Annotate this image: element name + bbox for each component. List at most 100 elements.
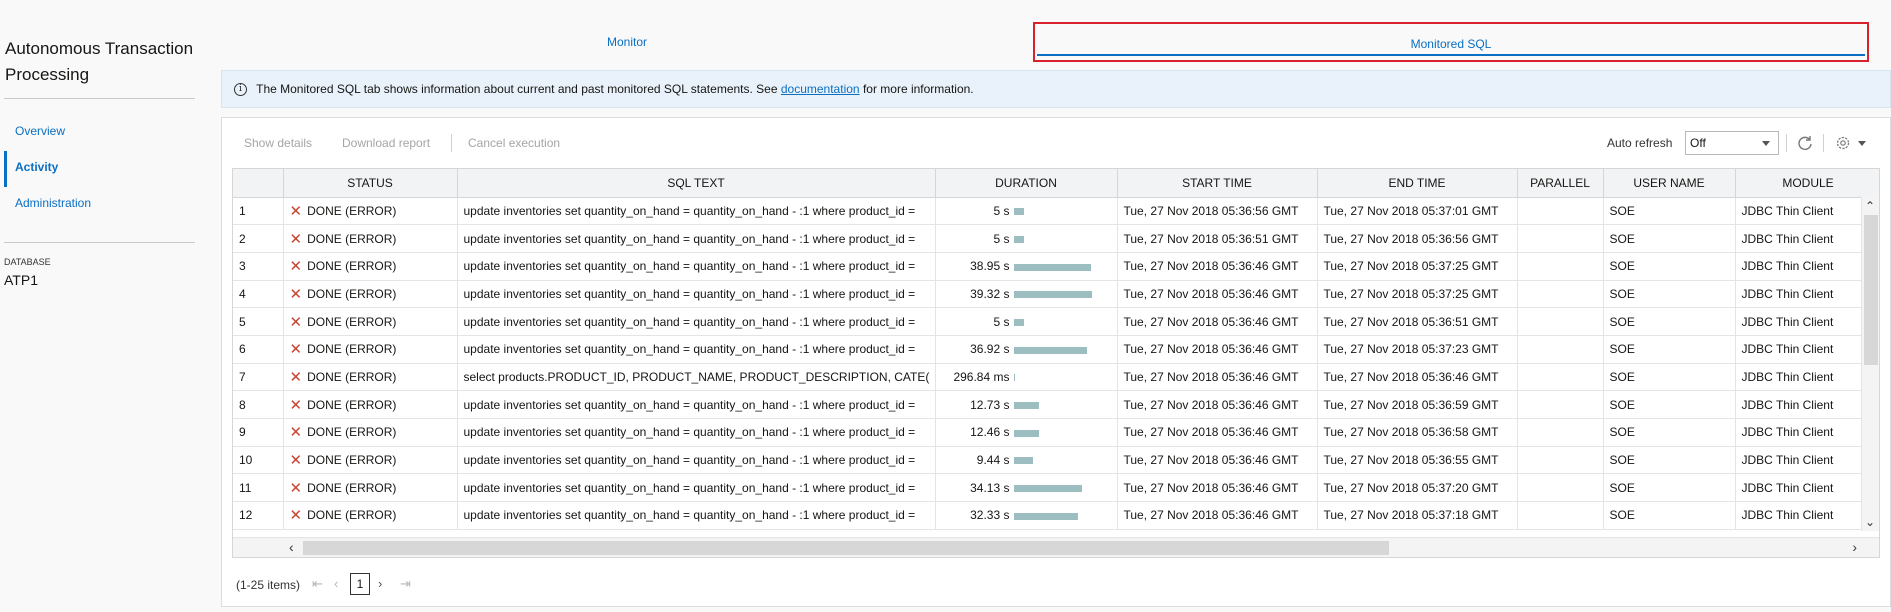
sidebar-item-activity[interactable]: Activity [4, 151, 195, 187]
scroll-down-icon[interactable]: ⌄ [1865, 515, 1875, 529]
duration-bar [1013, 318, 1024, 326]
table-row[interactable]: 12 ✕ DONE (ERROR) update inventories set qu… [233, 501, 1879, 530]
horizontal-scroll-thumb[interactable] [303, 541, 1389, 555]
current-page-button[interactable]: 1 [350, 573, 370, 595]
table-row[interactable]: 5 ✕ DONE (ERROR) update inventories set qua… [233, 307, 1879, 336]
start-time-cell: Tue, 27 Nov 2018 05:36:46 GMT [1117, 280, 1318, 309]
start-time-cell: Tue, 27 Nov 2018 05:36:56 GMT [1117, 197, 1318, 226]
duration-cell: 12.46 s [935, 418, 1118, 447]
end-time-cell: Tue, 27 Nov 2018 05:37:18 GMT [1317, 501, 1518, 530]
documentation-link[interactable]: documentation [781, 82, 860, 96]
table-row[interactable]: 10 ✕ DONE (ERROR) update inventories set qu… [233, 446, 1879, 475]
end-time-cell: Tue, 27 Nov 2018 05:37:25 GMT [1317, 252, 1518, 281]
scroll-right-icon[interactable]: › [1852, 539, 1857, 555]
table-row[interactable]: 11 ✕ DONE (ERROR) update inventories set qu… [233, 473, 1879, 503]
scroll-left-icon[interactable]: ‹ [289, 539, 294, 555]
divider [4, 98, 195, 99]
duration-bar [1013, 208, 1024, 216]
previous-page-icon[interactable]: ‹ [334, 576, 338, 591]
status-text: DONE (ERROR) [307, 508, 397, 523]
duration-text: 5 s [993, 231, 1010, 246]
start-time-cell: Tue, 27 Nov 2018 05:36:46 GMT [1117, 307, 1318, 336]
duration-bar [1013, 457, 1033, 465]
user-name-cell: SOE [1603, 446, 1736, 475]
sql-text-cell: update inventories set quantity_on_hand … [457, 252, 936, 281]
sql-text-cell: update inventories set quantity_on_hand … [457, 390, 936, 419]
module-cell: JDBC Thin Client [1735, 473, 1879, 503]
sidebar-item-administration[interactable]: Administration [4, 187, 195, 223]
module-cell: JDBC Thin Client [1735, 501, 1879, 530]
error-x-icon: ✕ [289, 368, 303, 386]
refresh-icon[interactable] [1796, 134, 1814, 152]
module-cell: JDBC Thin Client [1735, 280, 1879, 309]
table-row[interactable]: 7 ✕ DONE (ERROR) select products.PRODUCT_ID… [233, 363, 1879, 392]
toolbar-separator [1786, 134, 1787, 152]
parallel-cell [1517, 280, 1604, 309]
vertical-scrollbar[interactable]: ⌃ ⌄ [1861, 197, 1879, 531]
table-row[interactable]: 3 ✕ DONE (ERROR) update inventories set qua… [233, 252, 1879, 281]
column-header-duration[interactable]: DURATION [935, 169, 1118, 198]
status-cell: ✕ DONE (ERROR) [283, 363, 458, 392]
database-label: DATABASE [4, 257, 51, 267]
tab-monitored-sql[interactable]: Monitored SQL [1033, 22, 1869, 62]
sql-text-cell: update inventories set quantity_on_hand … [457, 197, 936, 226]
parallel-cell [1517, 363, 1604, 392]
column-header-end-time[interactable]: END TIME [1317, 169, 1518, 198]
start-time-cell: Tue, 27 Nov 2018 05:36:46 GMT [1117, 501, 1318, 530]
end-time-cell: Tue, 27 Nov 2018 05:37:25 GMT [1317, 280, 1518, 309]
column-header-user-name[interactable]: USER NAME [1603, 169, 1736, 198]
table-row[interactable]: 6 ✕ DONE (ERROR) update inventories set qua… [233, 335, 1879, 364]
table-row[interactable]: 1 ✕ DONE (ERROR) update inventories set qua… [233, 197, 1879, 226]
show-details-button[interactable]: Show details [244, 128, 312, 158]
parallel-cell [1517, 307, 1604, 336]
parallel-cell [1517, 446, 1604, 475]
status-cell: ✕ DONE (ERROR) [283, 280, 458, 309]
error-x-icon: ✕ [289, 258, 303, 276]
sidebar-item-overview[interactable]: Overview [4, 115, 195, 151]
auto-refresh-select[interactable]: Off [1685, 131, 1779, 155]
user-name-cell: SOE [1603, 280, 1736, 309]
active-tab-underline [1037, 54, 1865, 56]
duration-bar [1013, 235, 1024, 243]
status-text: DONE (ERROR) [307, 397, 397, 412]
parallel-cell [1517, 197, 1604, 226]
column-header-start-time[interactable]: START TIME [1117, 169, 1318, 198]
status-cell: ✕ DONE (ERROR) [283, 252, 458, 281]
next-page-icon[interactable]: › [378, 576, 382, 591]
settings-dropdown-icon[interactable] [1858, 141, 1866, 146]
column-header-parallel[interactable]: PARALLEL [1517, 169, 1604, 198]
status-text: DONE (ERROR) [307, 314, 397, 329]
column-header-sql-text[interactable]: SQL TEXT [457, 169, 936, 198]
duration-cell: 34.13 s [935, 473, 1118, 503]
last-page-icon[interactable]: ⇥ [400, 576, 411, 592]
sql-text-cell: select products.PRODUCT_ID, PRODUCT_NAME… [457, 363, 936, 392]
duration-text: 32.33 s [970, 508, 1010, 523]
error-x-icon: ✕ [289, 507, 303, 525]
banner-text-after: for more information. [862, 82, 974, 96]
row-number: 4 [233, 280, 284, 309]
horizontal-scrollbar[interactable]: ‹ › [233, 537, 1879, 557]
download-report-button[interactable]: Download report [342, 128, 430, 158]
column-header-module[interactable]: MODULE [1735, 169, 1879, 198]
sql-text-cell: update inventories set quantity_on_hand … [457, 307, 936, 336]
table-row[interactable]: 9 ✕ DONE (ERROR) update inventories set qua… [233, 418, 1879, 447]
table-header-row: STATUS SQL TEXT DURATION START TIME END … [233, 169, 1879, 198]
tab-monitor[interactable]: Monitor [221, 22, 1033, 62]
vertical-scroll-thumb[interactable] [1864, 215, 1878, 365]
first-page-icon[interactable]: ⇤ [312, 576, 323, 592]
duration-bar [1013, 263, 1091, 271]
user-name-cell: SOE [1603, 252, 1736, 281]
column-header-status[interactable]: STATUS [283, 169, 458, 198]
parallel-cell [1517, 252, 1604, 281]
end-time-cell: Tue, 27 Nov 2018 05:36:59 GMT [1317, 390, 1518, 419]
auto-refresh-value: Off [1690, 136, 1706, 150]
table-row[interactable]: 4 ✕ DONE (ERROR) update inventories set qua… [233, 280, 1879, 309]
gear-icon[interactable] [1834, 134, 1852, 152]
cancel-execution-button[interactable]: Cancel execution [468, 128, 560, 158]
table-row[interactable]: 8 ✕ DONE (ERROR) update inventories set qua… [233, 390, 1879, 419]
scroll-up-icon[interactable]: ⌃ [1865, 199, 1875, 213]
table-row[interactable]: 2 ✕ DONE (ERROR) update inventories set qua… [233, 224, 1879, 253]
duration-cell: 5 s [935, 307, 1118, 336]
error-x-icon: ✕ [289, 396, 303, 414]
status-cell: ✕ DONE (ERROR) [283, 197, 458, 226]
